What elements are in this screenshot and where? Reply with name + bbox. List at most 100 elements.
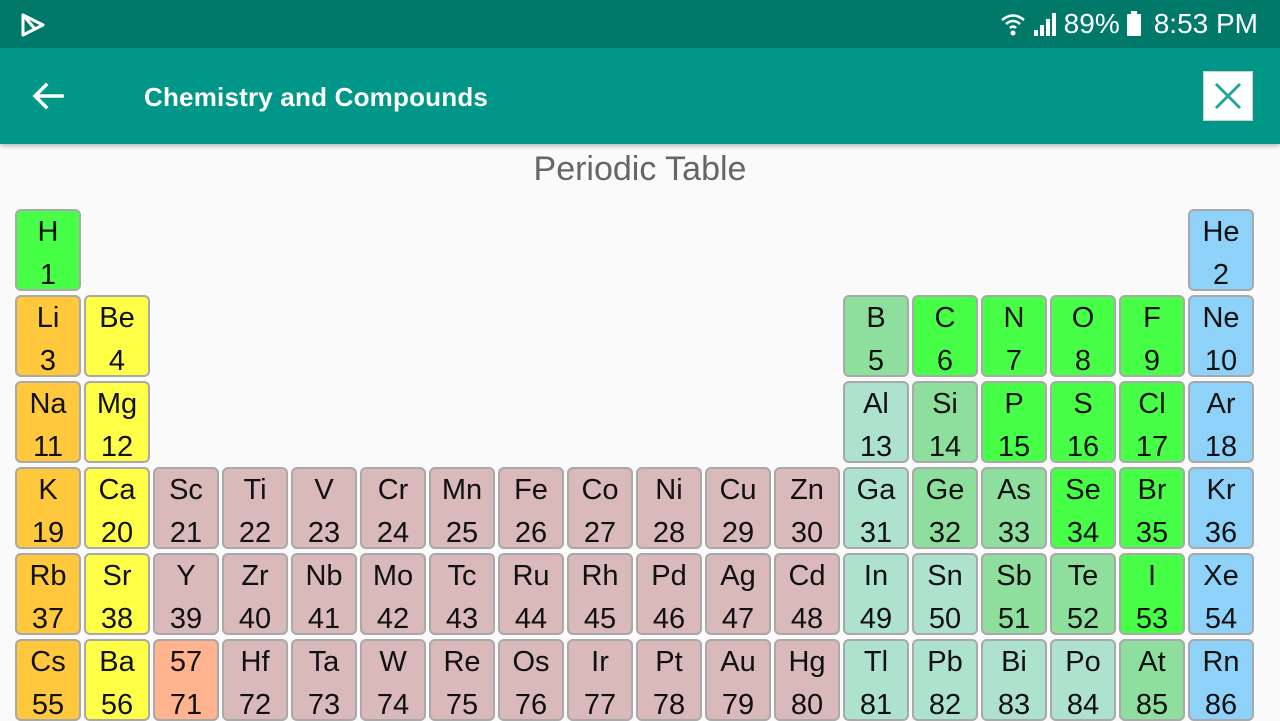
element-cell-ta[interactable]: Ta 73 <box>291 639 357 721</box>
element-cell-cd[interactable]: Cd 48 <box>774 553 840 635</box>
element-cell-rh[interactable]: Rh 45 <box>567 553 633 635</box>
element-cell-xe[interactable]: Xe 54 <box>1188 553 1254 635</box>
element-cell-tc[interactable]: Tc 43 <box>429 553 495 635</box>
element-number: 35 <box>1135 517 1169 549</box>
element-symbol: Kr <box>1206 474 1236 506</box>
element-number: 48 <box>790 603 824 635</box>
element-cell-te[interactable]: Te 52 <box>1050 553 1116 635</box>
element-cell-be[interactable]: Be 4 <box>84 295 150 377</box>
element-cell-tl[interactable]: Tl 81 <box>843 639 909 721</box>
element-cell-ni[interactable]: Ni 28 <box>636 467 702 549</box>
element-symbol: Hg <box>788 646 826 678</box>
element-cell-v[interactable]: V 23 <box>291 467 357 549</box>
element-cell-cl[interactable]: Cl 17 <box>1119 381 1185 463</box>
element-cell-zr[interactable]: Zr 40 <box>222 553 288 635</box>
element-cell-p[interactable]: P 15 <box>981 381 1047 463</box>
element-cell-y[interactable]: Y 39 <box>153 553 219 635</box>
element-cell-c[interactable]: C6 <box>912 295 978 377</box>
element-cell-zn[interactable]: Zn 30 <box>774 467 840 549</box>
element-symbol: Ir <box>591 646 609 678</box>
element-cell-li[interactable]: Li 3 <box>15 295 81 377</box>
element-cell-pd[interactable]: Pd 46 <box>636 553 702 635</box>
element-cell-bi[interactable]: Bi 83 <box>981 639 1047 721</box>
element-number: 21 <box>169 517 203 549</box>
element-cell-as[interactable]: As 33 <box>981 467 1047 549</box>
element-cell-s[interactable]: S 16 <box>1050 381 1116 463</box>
element-cell-os[interactable]: Os 76 <box>498 639 564 721</box>
element-cell-ru[interactable]: Ru 44 <box>498 553 564 635</box>
element-cell-cs[interactable]: Cs 55 <box>15 639 81 721</box>
element-symbol: He <box>1202 216 1240 248</box>
element-cell-b[interactable]: B5 <box>843 295 909 377</box>
element-symbol: Nb <box>305 560 343 592</box>
element-cell-ga[interactable]: Ga 31 <box>843 467 909 549</box>
element-cell-pt[interactable]: Pt 78 <box>636 639 702 721</box>
element-cell-mn[interactable]: Mn 25 <box>429 467 495 549</box>
element-cell-ag[interactable]: Ag 47 <box>705 553 771 635</box>
periodic-table: H 1 He 2 Li 3 Be 4 B 5 C 6 N 7 O 8 F 9 Ne 10 Na 11 Mg 12 Al 13 Si 1… <box>0 0 1280 721</box>
element-cell-si[interactable]: Si 14 <box>912 381 978 463</box>
element-cell-re[interactable]: Re 75 <box>429 639 495 721</box>
element-cell-he[interactable]: He 2 <box>1188 209 1254 291</box>
element-cell-mg[interactable]: Mg 12 <box>84 381 150 463</box>
element-symbol: Rn <box>1202 646 1240 678</box>
element-cell-se[interactable]: Se 34 <box>1050 467 1116 549</box>
element-symbol: Cl <box>1138 388 1166 420</box>
element-symbol: Cu <box>719 474 757 506</box>
element-number: 82 <box>928 689 962 721</box>
element-number: 79 <box>721 689 755 721</box>
element-cell-kr[interactable]: Kr 36 <box>1188 467 1254 549</box>
element-cell-sb[interactable]: Sb 51 <box>981 553 1047 635</box>
element-cell-ti[interactable]: Ti 22 <box>222 467 288 549</box>
element-cell-ir[interactable]: Ir 77 <box>567 639 633 721</box>
element-cell-rb[interactable]: Rb 37 <box>15 553 81 635</box>
element-cell-co[interactable]: Co 27 <box>567 467 633 549</box>
element-cell-sr[interactable]: Sr 38 <box>84 553 150 635</box>
element-cell-in[interactable]: In 49 <box>843 553 909 635</box>
element-cell-hf[interactable]: Hf 72 <box>222 639 288 721</box>
element-number: 42 <box>376 603 410 635</box>
element-symbol: Ba <box>99 646 135 678</box>
element-cell-i[interactable]: I 53 <box>1119 553 1185 635</box>
element-cell-sn[interactable]: Sn 50 <box>912 553 978 635</box>
element-cell-w[interactable]: W 74 <box>360 639 426 721</box>
element-symbol: Os <box>512 646 550 678</box>
element-cell-ne[interactable]: Ne 10 <box>1188 295 1254 377</box>
element-cell-h[interactable]: H1 <box>15 209 81 291</box>
element-symbol: O <box>1071 302 1095 334</box>
element-cell-na[interactable]: Na 11 <box>15 381 81 463</box>
element-cell-o[interactable]: O8 <box>1050 295 1116 377</box>
element-cell-au[interactable]: Au 79 <box>705 639 771 721</box>
element-cell-k[interactable]: K 19 <box>15 467 81 549</box>
element-number: 26 <box>514 517 548 549</box>
element-cell-ba[interactable]: Ba 56 <box>84 639 150 721</box>
element-cell-rn[interactable]: Rn 86 <box>1188 639 1254 721</box>
element-number: 14 <box>928 431 962 463</box>
element-cell-ca[interactable]: Ca 20 <box>84 467 150 549</box>
element-symbol: Pt <box>655 646 683 678</box>
element-cell-al[interactable]: Al 13 <box>843 381 909 463</box>
element-number: 81 <box>859 689 893 721</box>
element-cell-cu[interactable]: Cu 29 <box>705 467 771 549</box>
element-cell-f[interactable]: F9 <box>1119 295 1185 377</box>
element-cell-sc[interactable]: Sc 21 <box>153 467 219 549</box>
element-cell-ge[interactable]: Ge 32 <box>912 467 978 549</box>
element-cell-cr[interactable]: Cr 24 <box>360 467 426 549</box>
element-cell-fe[interactable]: Fe 26 <box>498 467 564 549</box>
element-symbol: I <box>1147 560 1157 592</box>
element-cell-ar[interactable]: Ar 18 <box>1188 381 1254 463</box>
element-symbol: At <box>1138 646 1166 678</box>
element-cell-n[interactable]: N7 <box>981 295 1047 377</box>
element-cell-pb[interactable]: Pb 82 <box>912 639 978 721</box>
element-cell-br[interactable]: Br 35 <box>1119 467 1185 549</box>
element-cell-nb[interactable]: Nb 41 <box>291 553 357 635</box>
element-number: 31 <box>859 517 893 549</box>
element-cell-hg[interactable]: Hg 80 <box>774 639 840 721</box>
element-cell-at[interactable]: At 85 <box>1119 639 1185 721</box>
element-number: 73 <box>307 689 341 721</box>
element-cell-po[interactable]: Po 84 <box>1050 639 1116 721</box>
element-cell-57[interactable]: 57 71 <box>153 639 219 721</box>
element-symbol: 57 <box>169 646 203 678</box>
element-cell-mo[interactable]: Mo 42 <box>360 553 426 635</box>
element-number: 72 <box>238 689 272 721</box>
